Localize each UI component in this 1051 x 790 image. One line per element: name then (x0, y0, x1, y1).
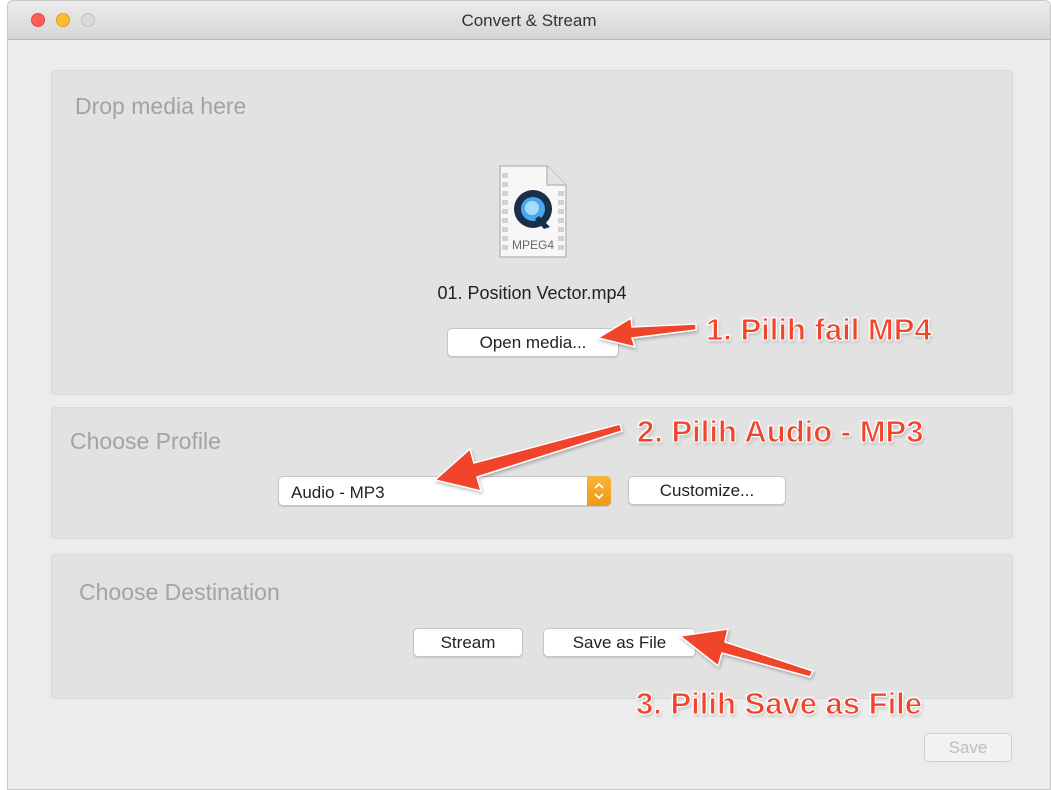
annotation-step-3: 3. Pilih Save as File (635, 686, 923, 722)
annotation-step-1: 1. Pilih fail MP4 (706, 312, 933, 348)
arrow-to-open-media (596, 316, 697, 349)
arrow-to-profile-select (433, 423, 623, 493)
annotation-step-2: 2. Pilih Audio - MP3 (636, 414, 924, 450)
arrow-to-save-as-file (678, 628, 815, 678)
annotation-arrows (433, 316, 815, 678)
